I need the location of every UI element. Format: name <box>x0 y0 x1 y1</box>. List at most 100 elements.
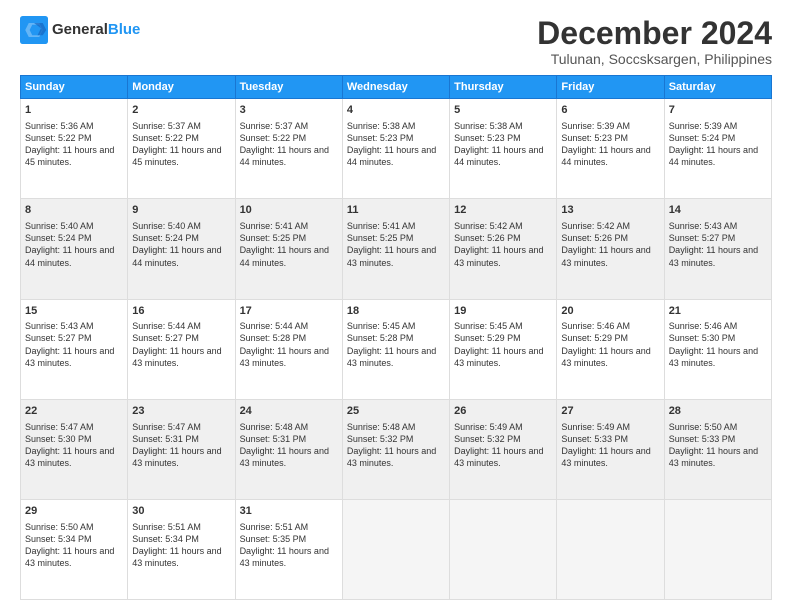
day-info: Sunrise: 5:42 AMSunset: 5:26 PMDaylight:… <box>454 221 543 267</box>
col-sunday: Sunday <box>21 76 128 99</box>
logo: GeneralBlue <box>20 16 140 44</box>
day-number: 21 <box>669 304 767 319</box>
table-row: 25Sunrise: 5:48 AMSunset: 5:32 PMDayligh… <box>342 399 449 499</box>
day-number: 16 <box>132 304 230 319</box>
day-info: Sunrise: 5:41 AMSunset: 5:25 PMDaylight:… <box>347 221 436 267</box>
table-row: 2 Sunrise: 5:37 AMSunset: 5:22 PMDaylight… <box>128 99 235 199</box>
day-number: 23 <box>132 404 230 419</box>
table-row: 30Sunrise: 5:51 AMSunset: 5:34 PMDayligh… <box>128 499 235 599</box>
day-number: 27 <box>561 404 659 419</box>
day-number: 22 <box>25 404 123 419</box>
table-row: 29 Sunrise: 5:50 AMSunset: 5:34 PMDayligh… <box>21 499 128 599</box>
page: GeneralBlue December 2024 Tulunan, Soccs… <box>0 0 792 612</box>
day-number: 9 <box>132 203 230 218</box>
day-info: Sunrise: 5:47 AMSunset: 5:30 PMDaylight:… <box>25 422 114 468</box>
logo-text: GeneralBlue <box>52 22 140 39</box>
day-info: Sunrise: 5:49 AMSunset: 5:32 PMDaylight:… <box>454 422 543 468</box>
calendar-week-row: 15 Sunrise: 5:43 AMSunset: 5:27 PMDayligh… <box>21 299 772 399</box>
table-row: 20 Sunrise: 5:46 AMSunset: 5:29 PMDayligh… <box>557 299 664 399</box>
day-number: 11 <box>347 203 445 218</box>
col-saturday: Saturday <box>664 76 771 99</box>
day-number: 6 <box>561 103 659 118</box>
day-number: 24 <box>240 404 338 419</box>
day-number: 19 <box>454 304 552 319</box>
day-number: 5 <box>454 103 552 118</box>
table-row: 15 Sunrise: 5:43 AMSunset: 5:27 PMDayligh… <box>21 299 128 399</box>
calendar-week-row: 1 Sunrise: 5:36 AMSunset: 5:22 PMDaylight… <box>21 99 772 199</box>
day-info: Sunrise: 5:44 AMSunset: 5:28 PMDaylight:… <box>240 321 329 367</box>
table-row: 4 Sunrise: 5:38 AMSunset: 5:23 PMDaylight… <box>342 99 449 199</box>
day-number: 15 <box>25 304 123 319</box>
day-info: Sunrise: 5:51 AMSunset: 5:34 PMDaylight:… <box>132 522 221 568</box>
table-row <box>664 499 771 599</box>
day-number: 31 <box>240 504 338 519</box>
table-row: 22 Sunrise: 5:47 AMSunset: 5:30 PMDayligh… <box>21 399 128 499</box>
table-row: 23Sunrise: 5:47 AMSunset: 5:31 PMDayligh… <box>128 399 235 499</box>
col-wednesday: Wednesday <box>342 76 449 99</box>
col-thursday: Thursday <box>450 76 557 99</box>
day-info: Sunrise: 5:43 AMSunset: 5:27 PMDaylight:… <box>669 221 758 267</box>
day-info: Sunrise: 5:42 AMSunset: 5:26 PMDaylight:… <box>561 221 650 267</box>
table-row <box>557 499 664 599</box>
day-info: Sunrise: 5:50 AMSunset: 5:34 PMDaylight:… <box>25 522 114 568</box>
day-info: Sunrise: 5:44 AMSunset: 5:27 PMDaylight:… <box>132 321 221 367</box>
day-number: 14 <box>669 203 767 218</box>
table-row: 8 Sunrise: 5:40 AMSunset: 5:24 PMDaylight… <box>21 199 128 299</box>
logo-icon <box>20 16 48 44</box>
table-row: 27 Sunrise: 5:49 AMSunset: 5:33 PMDayligh… <box>557 399 664 499</box>
day-info: Sunrise: 5:51 AMSunset: 5:35 PMDaylight:… <box>240 522 329 568</box>
table-row: 1 Sunrise: 5:36 AMSunset: 5:22 PMDaylight… <box>21 99 128 199</box>
table-row: 10Sunrise: 5:41 AMSunset: 5:25 PMDayligh… <box>235 199 342 299</box>
calendar-week-row: 8 Sunrise: 5:40 AMSunset: 5:24 PMDaylight… <box>21 199 772 299</box>
table-row: 13Sunrise: 5:42 AMSunset: 5:26 PMDayligh… <box>557 199 664 299</box>
day-number: 1 <box>25 103 123 118</box>
col-tuesday: Tuesday <box>235 76 342 99</box>
table-row <box>450 499 557 599</box>
calendar-header-row: Sunday Monday Tuesday Wednesday Thursday… <box>21 76 772 99</box>
day-number: 17 <box>240 304 338 319</box>
table-row: 5Sunrise: 5:38 AMSunset: 5:23 PMDaylight… <box>450 99 557 199</box>
calendar-week-row: 29 Sunrise: 5:50 AMSunset: 5:34 PMDayligh… <box>21 499 772 599</box>
day-number: 20 <box>561 304 659 319</box>
day-number: 29 <box>25 504 123 519</box>
day-number: 3 <box>240 103 338 118</box>
day-number: 2 <box>132 103 230 118</box>
day-info: Sunrise: 5:38 AMSunset: 5:23 PMDaylight:… <box>347 121 436 167</box>
calendar-week-row: 22 Sunrise: 5:47 AMSunset: 5:30 PMDayligh… <box>21 399 772 499</box>
table-row: 26Sunrise: 5:49 AMSunset: 5:32 PMDayligh… <box>450 399 557 499</box>
day-info: Sunrise: 5:48 AMSunset: 5:31 PMDaylight:… <box>240 422 329 468</box>
table-row: 3 Sunrise: 5:37 AMSunset: 5:22 PMDaylight… <box>235 99 342 199</box>
day-info: Sunrise: 5:45 AMSunset: 5:29 PMDaylight:… <box>454 321 543 367</box>
day-info: Sunrise: 5:46 AMSunset: 5:29 PMDaylight:… <box>561 321 650 367</box>
table-row: 16 Sunrise: 5:44 AMSunset: 5:27 PMDayligh… <box>128 299 235 399</box>
day-info: Sunrise: 5:36 AMSunset: 5:22 PMDaylight:… <box>25 121 114 167</box>
day-info: Sunrise: 5:40 AMSunset: 5:24 PMDaylight:… <box>25 221 114 267</box>
day-number: 8 <box>25 203 123 218</box>
day-info: Sunrise: 5:37 AMSunset: 5:22 PMDaylight:… <box>132 121 221 167</box>
location: Tulunan, Soccsksargen, Philippines <box>537 51 772 67</box>
day-info: Sunrise: 5:45 AMSunset: 5:28 PMDaylight:… <box>347 321 436 367</box>
day-info: Sunrise: 5:40 AMSunset: 5:24 PMDaylight:… <box>132 221 221 267</box>
header: GeneralBlue December 2024 Tulunan, Soccs… <box>20 16 772 67</box>
day-number: 4 <box>347 103 445 118</box>
table-row: 31 Sunrise: 5:51 AMSunset: 5:35 PMDayligh… <box>235 499 342 599</box>
day-info: Sunrise: 5:43 AMSunset: 5:27 PMDaylight:… <box>25 321 114 367</box>
table-row: 19 Sunrise: 5:45 AMSunset: 5:29 PMDayligh… <box>450 299 557 399</box>
day-info: Sunrise: 5:46 AMSunset: 5:30 PMDaylight:… <box>669 321 758 367</box>
day-number: 12 <box>454 203 552 218</box>
title-block: December 2024 Tulunan, Soccsksargen, Phi… <box>537 16 772 67</box>
day-number: 25 <box>347 404 445 419</box>
table-row: 11 Sunrise: 5:41 AMSunset: 5:25 PMDayligh… <box>342 199 449 299</box>
col-monday: Monday <box>128 76 235 99</box>
day-info: Sunrise: 5:37 AMSunset: 5:22 PMDaylight:… <box>240 121 329 167</box>
table-row: 7Sunrise: 5:39 AMSunset: 5:24 PMDaylight… <box>664 99 771 199</box>
day-number: 10 <box>240 203 338 218</box>
day-number: 18 <box>347 304 445 319</box>
table-row: 9 Sunrise: 5:40 AMSunset: 5:24 PMDaylight… <box>128 199 235 299</box>
table-row: 21 Sunrise: 5:46 AMSunset: 5:30 PMDayligh… <box>664 299 771 399</box>
table-row <box>342 499 449 599</box>
day-info: Sunrise: 5:49 AMSunset: 5:33 PMDaylight:… <box>561 422 650 468</box>
table-row: 18 Sunrise: 5:45 AMSunset: 5:28 PMDayligh… <box>342 299 449 399</box>
col-friday: Friday <box>557 76 664 99</box>
table-row: 14 Sunrise: 5:43 AMSunset: 5:27 PMDayligh… <box>664 199 771 299</box>
